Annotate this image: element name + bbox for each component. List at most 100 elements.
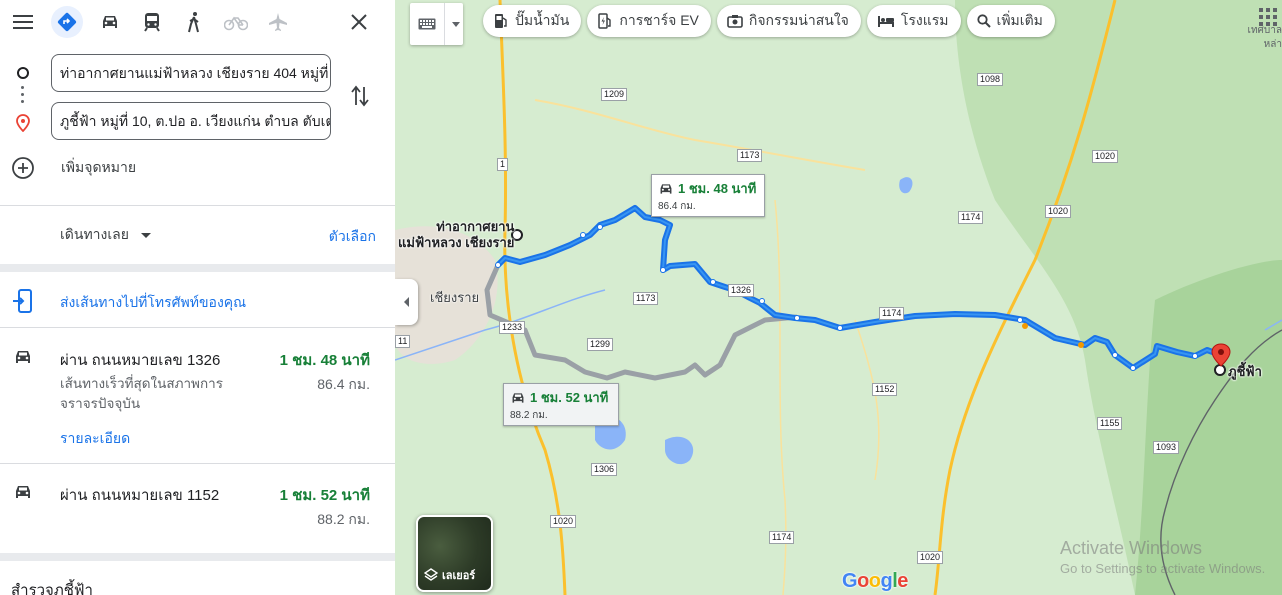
map-canvas[interactable]: 1209 1098 1 1173 1020 1174 1020 1173 132… <box>395 0 1282 595</box>
mode-transit-button[interactable] <box>136 6 168 38</box>
origin-place-label[interactable]: ท่าอากาศยาน แม่ฟ้าหลวง เชียงราย <box>398 219 515 251</box>
explore-section-title: สำรวจภูชี้ฟ้า <box>11 582 93 595</box>
route-duration: 1 ชม. 48 นาที <box>279 352 370 369</box>
mode-cycling-button[interactable] <box>220 6 252 38</box>
google-logo: Google <box>842 570 908 592</box>
highway-shield: 1174 <box>769 531 795 544</box>
callout-duration: 1 ชม. 52 นาที <box>530 390 609 405</box>
highway-shield: 1020 <box>1045 205 1072 218</box>
route-inputs: ท่าอากาศยานแม่ฟ้าหลวง เชียงราย 404 หมู่ท… <box>0 52 395 202</box>
map-base <box>395 0 1282 595</box>
chip-label: ปั๊มน้ำมัน <box>515 12 570 28</box>
destination-pin-icon <box>16 114 30 135</box>
destination-place-label[interactable]: ภูชี้ฟ้า <box>1228 361 1262 382</box>
add-circle-icon <box>12 157 34 179</box>
origin-label-line: ท่าอากาศยาน <box>436 219 515 234</box>
send-to-phone-button[interactable]: ส่งเส้นทางไปที่โทรศัพท์ของคุณ <box>0 286 395 314</box>
car-icon <box>16 486 30 498</box>
mode-driving-button[interactable] <box>94 6 126 38</box>
car-icon <box>660 183 672 194</box>
chip-gas[interactable]: ปั๊มน้ำมัน <box>483 5 582 37</box>
keyboard-icon <box>418 18 436 30</box>
highway-shield: 1020 <box>550 515 577 528</box>
send-to-phone-icon <box>13 289 32 313</box>
layers-label: เลเยอร์ <box>442 570 476 582</box>
train-icon <box>144 13 160 32</box>
category-chips: ปั๊มน้ำมัน การชาร์จ EV กิจกรรมน่าสนใจ โร… <box>483 5 1061 37</box>
chip-ev[interactable]: การชาร์จ EV <box>587 5 711 37</box>
destination-input[interactable]: ภูชี้ฟ้า หมู่ที่ 10, ต.ปอ อ. เวียงแก่น ต… <box>51 102 331 140</box>
options-link[interactable]: ตัวเลือก <box>329 226 376 248</box>
highway-shield: 1020 <box>1092 150 1119 163</box>
alternate-route-callout[interactable]: 1 ชม. 52 นาที 88.2 กม. <box>503 383 619 426</box>
highway-shield: 1152 <box>872 383 898 396</box>
bicycle-icon <box>224 16 248 31</box>
corner-map-label: เทศบาล หล่า <box>1248 24 1282 52</box>
chip-label: โรงแรม <box>900 12 949 28</box>
directions-diamond-icon <box>57 12 77 32</box>
gas-station-icon <box>493 13 509 29</box>
chevron-left-icon <box>403 297 409 307</box>
layers-label-row: เลเยอร์ <box>424 566 475 584</box>
highway-shield: 1 <box>497 158 509 171</box>
mode-walking-button[interactable] <box>178 6 210 38</box>
origin-input[interactable]: ท่าอากาศยานแม่ฟ้าหลวง เชียงราย 404 หมู่ท… <box>51 54 331 92</box>
divider <box>0 205 395 206</box>
menu-button[interactable] <box>7 6 39 38</box>
section-separator <box>0 553 395 561</box>
route-details-link[interactable]: รายละเอียด <box>60 428 130 450</box>
directions-panel: ท่าอากาศยานแม่ฟ้าหลวง เชียงราย 404 หมู่ท… <box>0 0 395 595</box>
chip-label: กิจกรรมน่าสนใจ <box>748 12 849 28</box>
bed-icon <box>877 14 895 28</box>
close-icon <box>351 14 367 30</box>
route-option-1[interactable]: ผ่าน ถนนหมายเลข 1326 1 ชม. 48 นาที 86.4 … <box>0 340 395 463</box>
route-via-label: ผ่าน ถนนหมายเลข 1326 <box>60 352 221 369</box>
chip-attractions[interactable]: กิจกรรมน่าสนใจ <box>716 5 861 37</box>
swap-vertical-icon <box>351 85 369 107</box>
route-via-label: ผ่าน ถนนหมายเลข 1152 <box>60 487 220 504</box>
highway-shield: 11 <box>395 335 411 348</box>
depart-time-dropdown[interactable]: เดินทางเลย <box>60 218 151 252</box>
caret-down-icon[interactable] <box>452 21 460 27</box>
callout-duration: 1 ชม. 48 นาที <box>678 181 757 196</box>
divider <box>0 327 395 328</box>
divider <box>444 3 445 45</box>
close-directions-button[interactable] <box>343 6 375 38</box>
highway-shield: 1155 <box>1097 417 1123 430</box>
route-distance: 88.2 กม. <box>317 511 370 527</box>
watermark-subtitle: Go to Settings to activate Windows. <box>1060 561 1266 576</box>
callout-distance: 86.4 กม. <box>658 201 696 212</box>
route-distance: 86.4 กม. <box>317 376 370 392</box>
swap-button[interactable] <box>346 82 374 110</box>
origin-circle-icon <box>17 67 29 79</box>
primary-route-callout[interactable]: 1 ชม. 48 นาที 86.4 กม. <box>651 174 765 217</box>
search-icon <box>976 14 991 28</box>
highway-shield: 1299 <box>587 338 614 351</box>
highway-shield: 1174 <box>879 307 905 320</box>
collapse-panel-button[interactable] <box>395 279 418 325</box>
add-destination-button[interactable]: เพิ่มจุดหมาย <box>11 156 136 180</box>
highway-shield: 1093 <box>1153 441 1180 454</box>
depart-time-label: เดินทางเลย <box>60 226 129 242</box>
dots-connector-icon <box>21 86 25 110</box>
origin-label-line: แม่ฟ้าหลวง เชียงราย <box>398 235 515 250</box>
hamburger-icon <box>13 15 33 29</box>
chip-label: การชาร์จ EV <box>619 12 699 28</box>
mode-flights-button[interactable] <box>262 6 294 38</box>
layers-button[interactable]: เลเยอร์ <box>416 515 493 592</box>
travel-mode-bar <box>0 0 395 44</box>
highway-shield: 1326 <box>728 284 755 297</box>
chip-more[interactable]: เพิ่มเติม <box>966 5 1055 37</box>
destination-marker[interactable] <box>1214 364 1226 376</box>
mode-best-button[interactable] <box>51 6 83 38</box>
callout-distance: 88.2 กม. <box>510 410 548 421</box>
route-duration: 1 ชม. 52 นาที <box>279 487 370 504</box>
route-option-2[interactable]: ผ่าน ถนนหมายเลข 1152 1 ชม. 52 นาที 88.2 … <box>0 475 395 553</box>
airplane-icon <box>269 13 287 31</box>
walking-icon <box>188 12 199 33</box>
input-tools-button[interactable] <box>410 3 463 45</box>
divider <box>0 463 395 464</box>
town-label[interactable]: เชียงราย <box>430 287 479 308</box>
chip-hotels[interactable]: โรงแรม <box>866 5 961 37</box>
highway-shield: 1173 <box>633 292 659 305</box>
